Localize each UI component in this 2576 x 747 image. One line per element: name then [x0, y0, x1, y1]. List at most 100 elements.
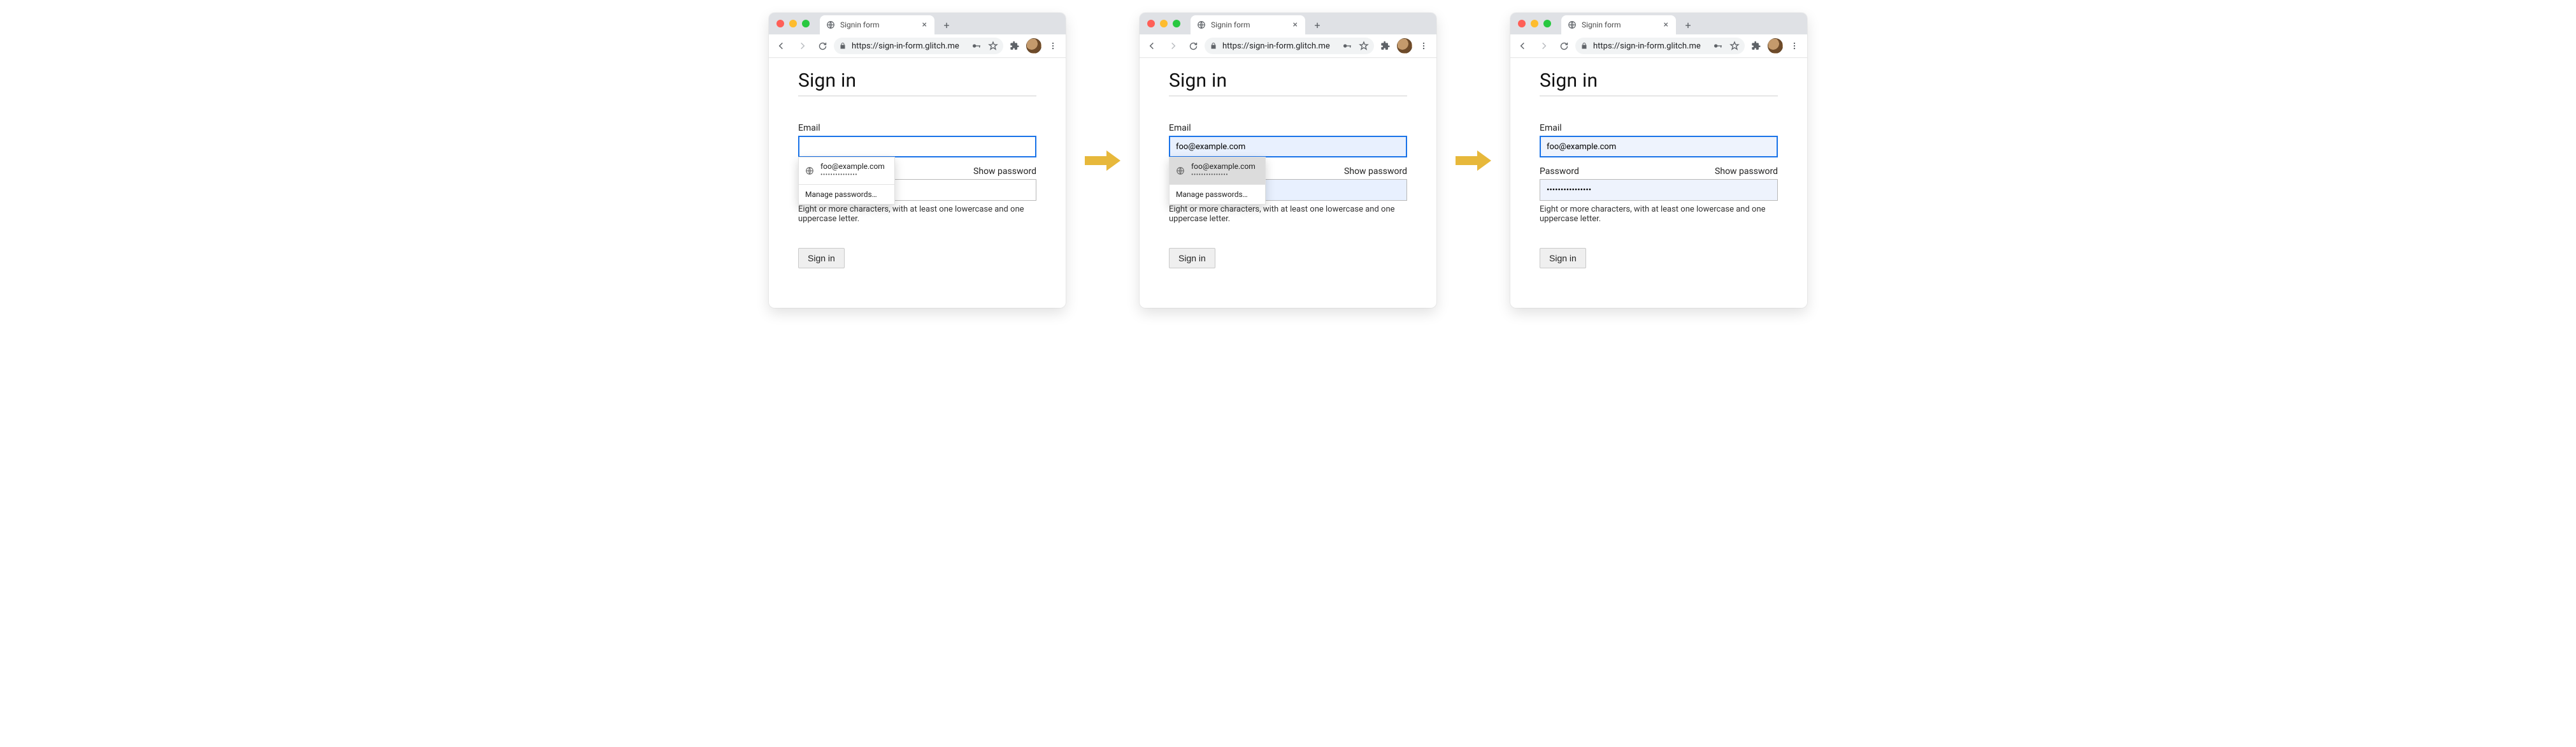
window-zoom-button[interactable]	[802, 20, 810, 27]
email-input[interactable]	[798, 136, 1036, 157]
key-icon[interactable]	[1342, 41, 1352, 51]
globe-icon	[826, 20, 835, 29]
extensions-button[interactable]	[1006, 37, 1024, 55]
key-icon[interactable]	[971, 41, 982, 51]
profile-avatar[interactable]	[1397, 38, 1412, 54]
address-bar-actions	[1713, 41, 1740, 51]
forward-button[interactable]	[1164, 37, 1182, 55]
browser-toolbar: https://sign-in-form.glitch.me	[1140, 34, 1436, 58]
browser-window-2: Signin form × + https://sign-in-form.gli…	[1140, 13, 1436, 308]
star-icon[interactable]	[1729, 41, 1740, 51]
globe-icon	[1568, 20, 1577, 29]
suggestion-username: foo@example.com	[820, 162, 885, 171]
address-bar[interactable]: https://sign-in-form.glitch.me	[1575, 38, 1745, 54]
browser-tab[interactable]: Signin form ×	[1561, 15, 1676, 34]
menu-button[interactable]	[1415, 37, 1433, 55]
tab-title: Signin form	[1211, 20, 1287, 29]
browser-window-1: Signin form × + https://sign-in-form.gli…	[769, 13, 1066, 308]
autofill-dropdown: foo@example.com ••••••••••••••• Manage p…	[1169, 157, 1266, 205]
tab-strip: Signin form × +	[1510, 13, 1807, 34]
email-input[interactable]	[1169, 136, 1407, 157]
forward-button[interactable]	[1535, 37, 1552, 55]
reload-button[interactable]	[813, 37, 831, 55]
suggestion-username: foo@example.com	[1191, 162, 1256, 171]
autofill-dropdown: foo@example.com ••••••••••••••• Manage p…	[798, 157, 895, 205]
extensions-button[interactable]	[1377, 37, 1394, 55]
new-tab-button[interactable]: +	[938, 17, 955, 33]
show-password-toggle[interactable]: Show password	[1344, 166, 1407, 177]
page-content: Sign in Email foo@example.com ••••••••••…	[769, 58, 1066, 308]
browser-tab[interactable]: Signin form ×	[1191, 15, 1305, 34]
arrow-2	[1456, 149, 1491, 172]
page-heading: Sign in	[1540, 69, 1778, 92]
page-content: Sign in Email foo@example.com ••••••••••…	[1140, 58, 1436, 308]
address-bar[interactable]: https://sign-in-form.glitch.me	[1205, 38, 1374, 54]
back-button[interactable]	[1143, 37, 1161, 55]
window-minimize-button[interactable]	[1160, 20, 1168, 27]
autofill-suggestion[interactable]: foo@example.com •••••••••••••••	[1170, 157, 1265, 184]
key-icon[interactable]	[1713, 41, 1723, 51]
suggestion-password-mask: •••••••••••••••	[820, 171, 885, 180]
email-field: Email	[1540, 123, 1778, 157]
forward-button[interactable]	[793, 37, 811, 55]
menu-button[interactable]	[1785, 37, 1803, 55]
profile-avatar[interactable]	[1026, 38, 1041, 54]
extensions-button[interactable]	[1747, 37, 1765, 55]
address-bar-actions	[971, 41, 998, 51]
autofill-suggestion[interactable]: foo@example.com •••••••••••••••	[799, 157, 894, 184]
suggestion-password-mask: •••••••••••••••	[1191, 171, 1256, 180]
menu-button[interactable]	[1044, 37, 1062, 55]
star-icon[interactable]	[1359, 41, 1369, 51]
browser-tab[interactable]: Signin form ×	[820, 15, 934, 34]
reload-button[interactable]	[1555, 37, 1573, 55]
password-helper: Eight or more characters, with at least …	[1169, 205, 1407, 224]
new-tab-button[interactable]: +	[1309, 17, 1326, 33]
window-zoom-button[interactable]	[1543, 20, 1551, 27]
manage-passwords[interactable]: Manage passwords…	[799, 185, 894, 204]
page-content: Sign in Email Password Show password Eig…	[1510, 58, 1807, 308]
show-password-toggle[interactable]: Show password	[973, 166, 1036, 177]
reload-button[interactable]	[1184, 37, 1202, 55]
address-bar-actions	[1342, 41, 1369, 51]
tab-title: Signin form	[840, 20, 916, 29]
star-icon[interactable]	[988, 41, 998, 51]
tab-close-button[interactable]: ×	[921, 20, 928, 29]
lock-icon	[839, 42, 847, 50]
lock-icon	[1210, 42, 1217, 50]
window-zoom-button[interactable]	[1173, 20, 1180, 27]
back-button[interactable]	[773, 37, 791, 55]
address-bar[interactable]: https://sign-in-form.glitch.me	[834, 38, 1003, 54]
url-text: https://sign-in-form.glitch.me	[852, 41, 966, 51]
tab-close-button[interactable]: ×	[1663, 20, 1670, 29]
lock-icon	[1580, 42, 1588, 50]
tab-close-button[interactable]: ×	[1292, 20, 1299, 29]
browser-toolbar: https://sign-in-form.glitch.me	[769, 34, 1066, 58]
window-close-button[interactable]	[776, 20, 784, 27]
signin-button[interactable]: Sign in	[1540, 248, 1586, 268]
password-field: Password Show password Eight or more cha…	[1540, 166, 1778, 224]
tab-strip: Signin form × +	[1140, 13, 1436, 34]
window-minimize-button[interactable]	[1531, 20, 1538, 27]
window-controls	[776, 20, 810, 27]
globe-icon	[805, 166, 814, 175]
window-close-button[interactable]	[1147, 20, 1155, 27]
email-input[interactable]	[1540, 136, 1778, 157]
email-label: Email	[798, 123, 820, 133]
page-heading: Sign in	[1169, 69, 1407, 92]
email-field: Email foo@example.com ••••••••••••••• Ma…	[1169, 123, 1407, 157]
new-tab-button[interactable]: +	[1680, 17, 1696, 33]
email-label: Email	[1169, 123, 1191, 133]
browser-toolbar: https://sign-in-form.glitch.me	[1510, 34, 1807, 58]
signin-button[interactable]: Sign in	[798, 248, 845, 268]
email-field: Email foo@example.com ••••••••••••••• Ma…	[798, 123, 1036, 157]
window-minimize-button[interactable]	[789, 20, 797, 27]
back-button[interactable]	[1514, 37, 1532, 55]
window-controls	[1518, 20, 1551, 27]
profile-avatar[interactable]	[1768, 38, 1783, 54]
password-label: Password	[1540, 166, 1579, 177]
manage-passwords[interactable]: Manage passwords…	[1170, 185, 1265, 204]
window-close-button[interactable]	[1518, 20, 1526, 27]
show-password-toggle[interactable]: Show password	[1715, 166, 1778, 177]
password-input[interactable]	[1540, 179, 1778, 201]
signin-button[interactable]: Sign in	[1169, 248, 1215, 268]
